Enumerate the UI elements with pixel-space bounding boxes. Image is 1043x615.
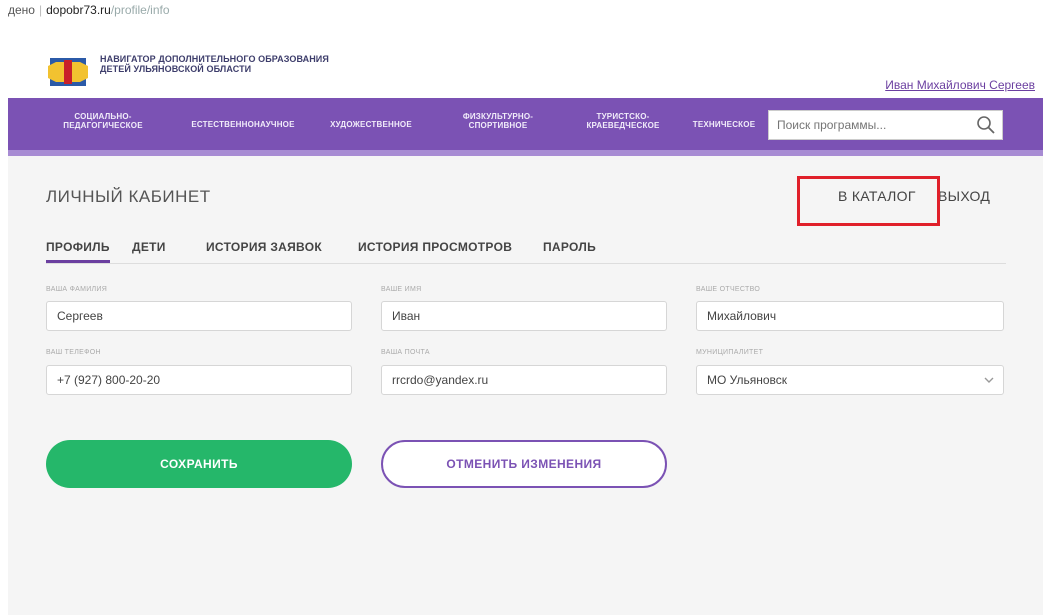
email-label: Ваша почта [381, 349, 430, 356]
logout-link[interactable]: ВЫХОД [938, 188, 990, 204]
category-nav: Социально-педагогическое Естественнонауч… [8, 98, 1043, 156]
nav-item-art[interactable]: Художественное [316, 120, 426, 129]
last-name-field[interactable]: Сергеев [46, 301, 352, 331]
address-bar[interactable]: дено | dopobr73.ru/profile/info [0, 0, 1043, 22]
page-title: ЛИЧНЫЙ КАБИНЕТ [46, 187, 211, 206]
tab-children[interactable]: ДЕТИ [132, 240, 166, 260]
save-button[interactable]: СОХРАНИТЬ [46, 440, 352, 488]
cancel-changes-button[interactable]: ОТМЕНИТЬ ИЗМЕНЕНИЯ [381, 440, 667, 488]
last-name-label: Ваша фамилия [46, 286, 108, 293]
nav-item-technical[interactable]: Техническое [682, 120, 766, 129]
middle-name-field[interactable]: Михайлович [696, 301, 1004, 331]
nav-item-sport[interactable]: Физкультурно-спортивное [438, 112, 558, 130]
coat-of-arms-logo-icon[interactable] [46, 52, 90, 88]
site-name[interactable]: Навигатор дополнительного образования де… [100, 54, 330, 74]
nav-item-natural-science[interactable]: Естественнонаучное [178, 120, 308, 129]
address-prefix: дено [8, 3, 35, 17]
municipality-value: МО Ульяновск [707, 373, 788, 387]
phone-field[interactable]: +7 (927) 800-20-20 [46, 365, 352, 395]
nav-item-social[interactable]: Социально-педагогическое [48, 112, 158, 130]
phone-label: Ваш телефон [46, 349, 101, 356]
tab-profile[interactable]: ПРОФИЛЬ [46, 240, 110, 263]
search-box [768, 110, 1003, 140]
nav-item-tourism[interactable]: Туристско-краеведческое [568, 112, 678, 130]
user-profile-link[interactable]: Иван Михайлович Сергеев [885, 78, 1035, 92]
search-icon[interactable] [976, 115, 996, 135]
chevron-down-icon [984, 377, 994, 383]
email-field[interactable]: rrcrdo@yandex.ru [381, 365, 667, 395]
first-name-field[interactable]: Иван [381, 301, 667, 331]
profile-tabs: ПРОФИЛЬ ДЕТИ ИСТОРИЯ ЗАЯВОК ИСТОРИЯ ПРОС… [46, 240, 1006, 264]
address-domain: dopobr73.ru [46, 3, 111, 17]
middle-name-label: Ваше отчество [696, 286, 761, 293]
tab-application-history[interactable]: ИСТОРИЯ ЗАЯВОК [206, 240, 322, 260]
address-path: /profile/info [110, 3, 170, 17]
page-frame: Навигатор дополнительного образования де… [8, 22, 1043, 615]
municipality-label: Муниципалитет [696, 349, 764, 356]
first-name-label: Ваше имя [381, 286, 422, 293]
site-header: Навигатор дополнительного образования де… [8, 22, 1043, 98]
municipality-select[interactable]: МО Ульяновск [696, 365, 1004, 395]
address-separator: | [38, 3, 43, 17]
tab-view-history[interactable]: ИСТОРИЯ ПРОСМОТРОВ [358, 240, 512, 260]
tab-password[interactable]: ПАРОЛЬ [543, 240, 596, 260]
annotation-highlight-box [797, 176, 940, 226]
search-input[interactable] [769, 111, 969, 139]
